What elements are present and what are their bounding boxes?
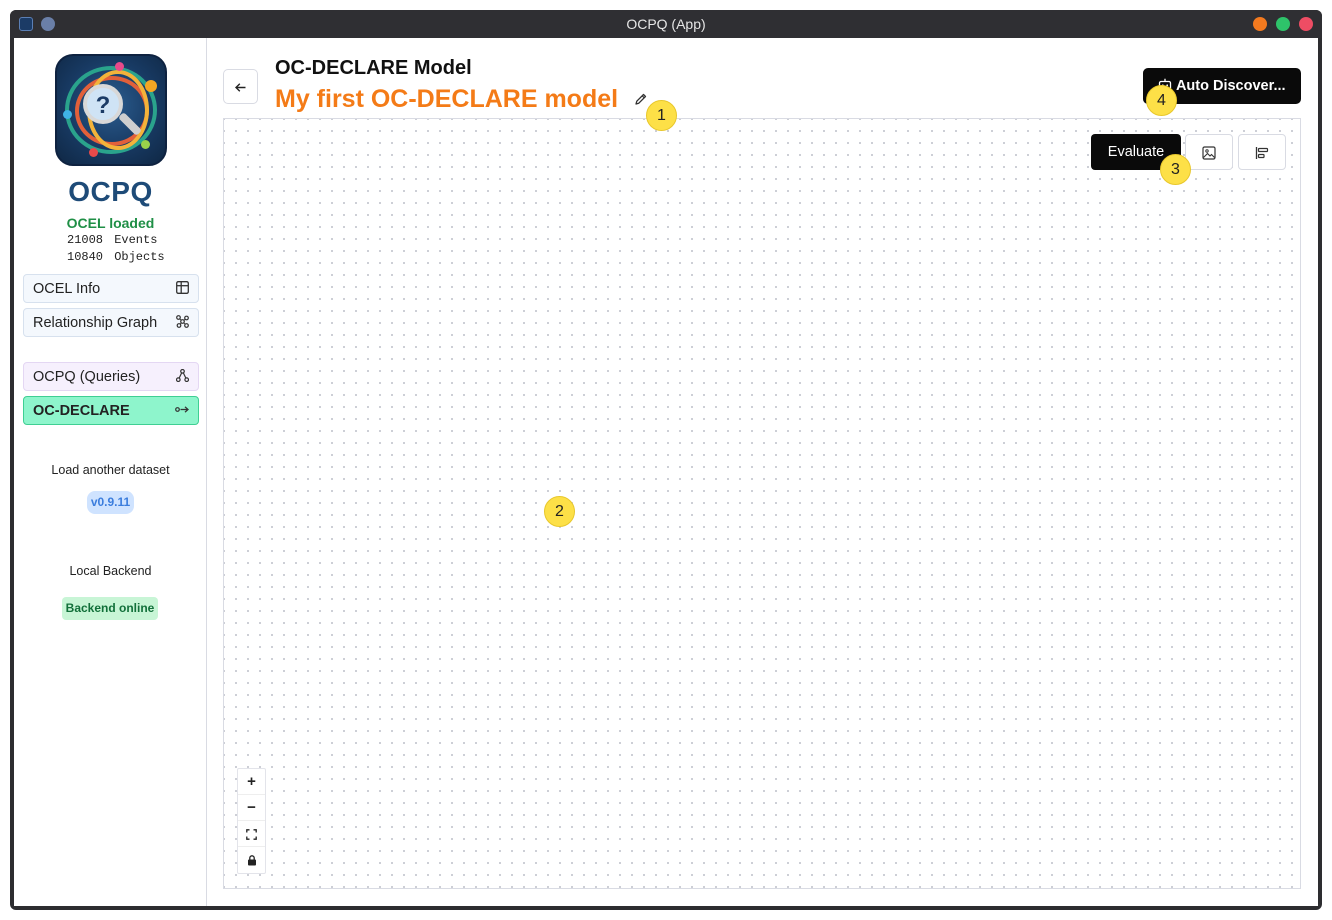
fit-view-button[interactable] (238, 821, 265, 847)
maximize-button[interactable] (1276, 17, 1290, 31)
magnifier-icon: ? (83, 84, 123, 124)
logo-dot (115, 62, 124, 71)
main-panel: OC-DECLARE Model My first OC-DECLARE mod… (208, 38, 1318, 906)
nav-label: OCPQ (Queries) (33, 369, 141, 385)
title-bar: OCPQ (App) (10, 10, 1322, 38)
brand-name: OCPQ (68, 176, 153, 207)
annotation-marker: 4 (1146, 85, 1177, 116)
fit-view-icon (246, 825, 257, 842)
logo-dot (89, 148, 98, 157)
logo-dot (63, 110, 72, 119)
export-image-button[interactable] (1185, 134, 1233, 170)
pencil-icon[interactable] (633, 92, 649, 108)
load-another-dataset-link[interactable]: Load another dataset (14, 463, 207, 477)
minus-icon: − (247, 799, 256, 816)
ocel-status: OCEL loaded (66, 215, 155, 231)
nav-relationship-graph[interactable]: Relationship Graph (23, 308, 199, 337)
nav-ocel-info[interactable]: OCEL Info (23, 274, 199, 303)
events-value: 21008 (67, 233, 104, 247)
auto-discover-label: Auto Discover... (1175, 78, 1286, 94)
backend-status-badge: Backend online (62, 597, 158, 620)
nav-oc-declare[interactable]: OC-DECLARE (23, 396, 199, 425)
model-name-title: My first OC-DECLARE model (275, 85, 619, 113)
version-badge: v0.9.11 (87, 491, 134, 514)
logo-dot (141, 140, 150, 149)
minimize-button[interactable] (1253, 17, 1267, 31)
logo-dot (145, 80, 157, 92)
auto-layout-button[interactable] (1238, 134, 1286, 170)
nav-label: OC-DECLARE (33, 403, 130, 419)
app-content: ? OCPQ OCEL loaded 21008 Events 10840 Ob… (14, 38, 1318, 906)
lock-icon (247, 851, 257, 868)
zoom-out-button[interactable]: − (238, 795, 265, 821)
align-left-icon (1255, 144, 1269, 159)
zoom-controls: + − (237, 768, 266, 874)
query-icon (175, 368, 189, 383)
nav-label: OCEL Info (33, 281, 101, 297)
backend-label: Local Backend (69, 564, 152, 578)
close-button[interactable] (1299, 17, 1313, 31)
image-icon (1202, 144, 1216, 160)
window-title: OCPQ (App) (626, 16, 706, 32)
nav-label: Relationship Graph (33, 315, 158, 331)
objects-value: 10840 (67, 250, 104, 264)
annotation-marker: 1 (646, 100, 677, 131)
arrow-link-icon (175, 403, 189, 417)
app-window: OCPQ (App) ? OCPQ OCEL loaded 21008 Even… (10, 10, 1322, 910)
sidebar: ? OCPQ OCEL loaded 21008 Events 10840 Ob… (14, 38, 207, 906)
model-canvas[interactable]: Evaluate + − (223, 118, 1301, 889)
arrow-left-icon (234, 78, 247, 95)
plus-icon: + (247, 773, 256, 790)
annotation-marker: 2 (544, 496, 575, 527)
lock-button[interactable] (238, 847, 265, 873)
page-title: OC-DECLARE Model (275, 57, 472, 79)
objects-count: 10840 Objects (67, 250, 165, 264)
zoom-in-button[interactable]: + (238, 769, 265, 795)
objects-label: Objects (114, 250, 165, 264)
ocpq-logo: ? (55, 54, 167, 166)
events-label: Events (114, 233, 158, 247)
question-mark-icon: ? (95, 92, 111, 119)
graph-icon (175, 315, 189, 329)
back-button[interactable] (223, 69, 258, 104)
annotation-marker: 3 (1160, 154, 1191, 185)
events-count: 21008 Events (67, 233, 157, 247)
table-icon (175, 281, 189, 295)
nav-ocpq-queries[interactable]: OCPQ (Queries) (23, 362, 199, 391)
